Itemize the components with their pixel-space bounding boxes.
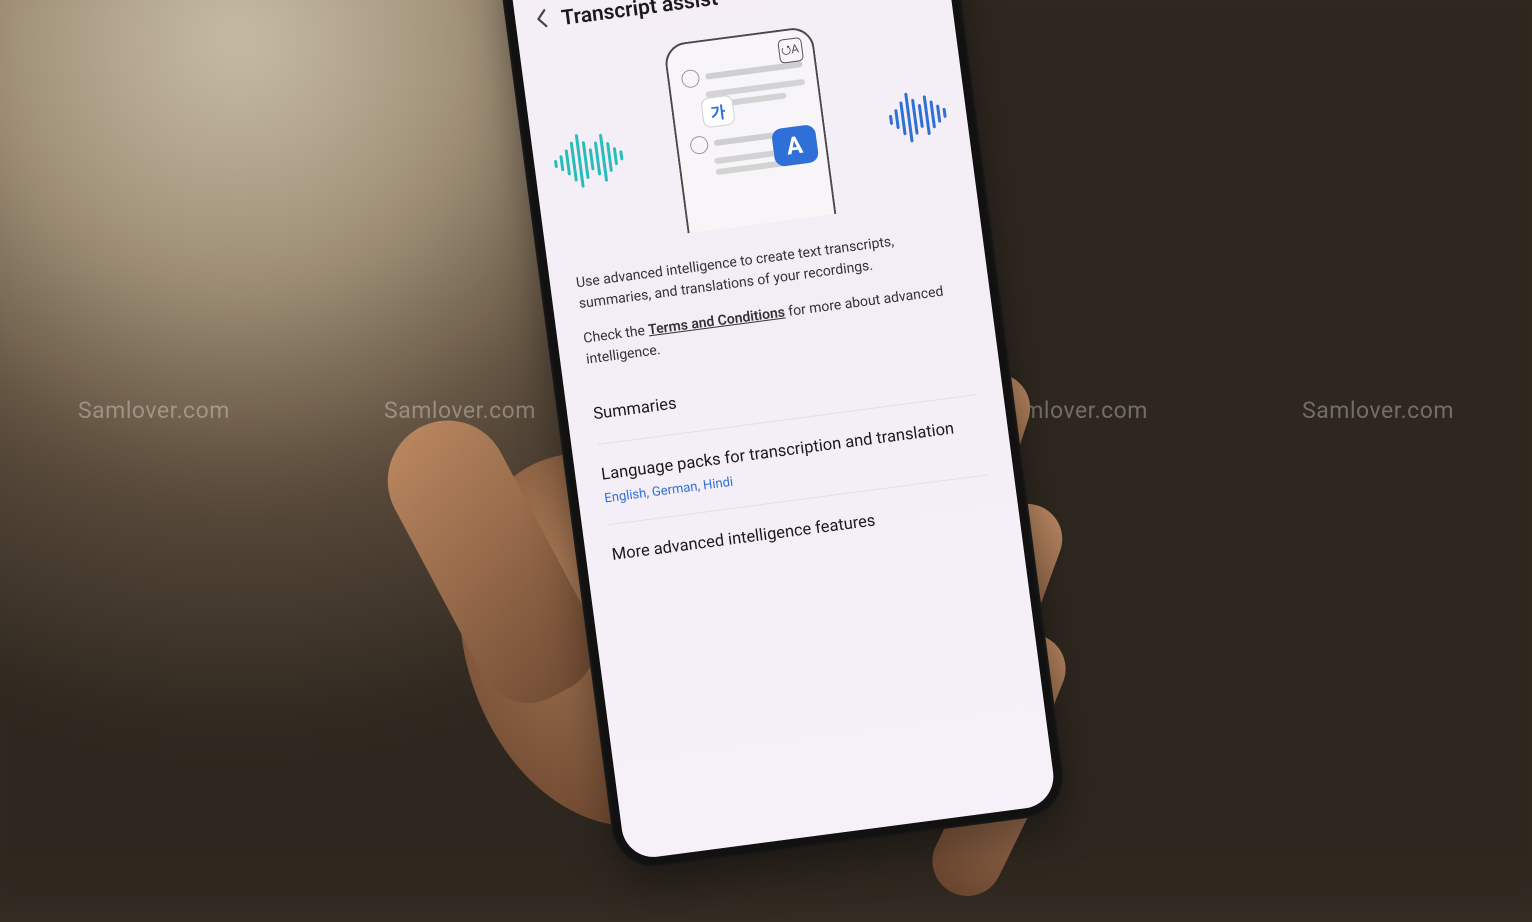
settings-list: Summaries Language packs for transcripti…	[564, 331, 1022, 588]
back-button[interactable]	[534, 8, 549, 34]
avatar-icon	[680, 69, 700, 89]
terms-and-conditions-link[interactable]: Terms and Conditions	[647, 304, 786, 338]
translate-icon: ⭯A	[777, 37, 804, 64]
waveform-right-icon	[886, 88, 949, 145]
desc-pre: Check the	[582, 322, 649, 346]
waveform-left-icon	[551, 128, 626, 191]
transcript-card-illustration: ⭯A 가 A	[662, 26, 836, 234]
latin-bubble: A	[770, 124, 819, 167]
korean-bubble: 가	[700, 94, 736, 128]
avatar-icon	[689, 135, 709, 155]
